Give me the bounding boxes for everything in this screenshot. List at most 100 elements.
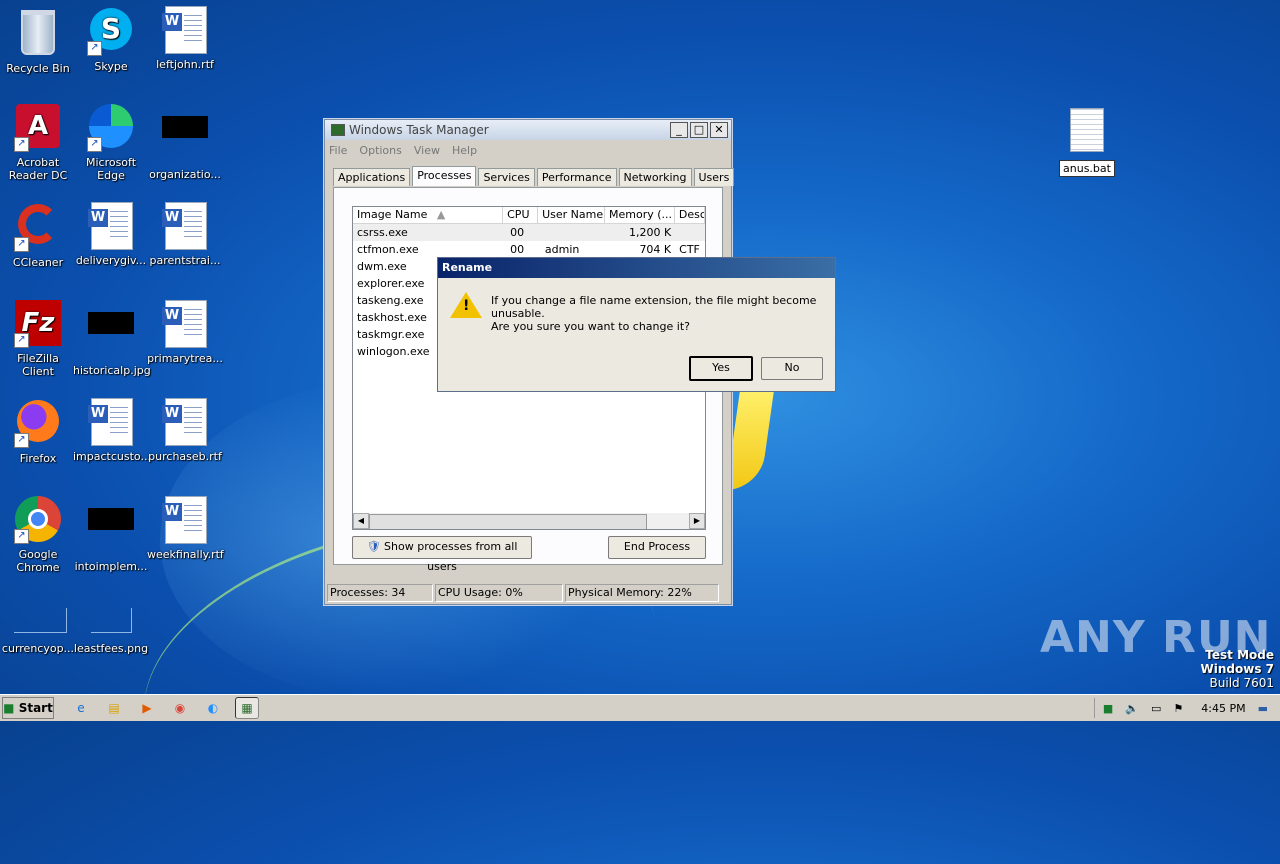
menu-options[interactable]: Options: [359, 144, 401, 157]
desktop-icon-label: parentstrai...: [149, 254, 221, 267]
desktop-icon-label: intoimplem...: [74, 560, 148, 573]
desktop-icon-filezilla[interactable]: Fz ↗ FileZilla Client: [0, 300, 76, 378]
scroll-thumb[interactable]: [369, 514, 647, 529]
network-icon[interactable]: ▭: [1151, 702, 1161, 715]
close-button[interactable]: ✕: [710, 122, 728, 138]
title-bar[interactable]: Windows Task Manager _ □ ✕: [325, 120, 731, 140]
maximize-button[interactable]: □: [690, 122, 708, 138]
desktop-icon-acrobat[interactable]: A ↗ Acrobat Reader DC: [0, 104, 76, 182]
desktop-icon-currencyop[interactable]: currencyop...: [0, 608, 76, 655]
warning-icon: !: [450, 292, 482, 318]
minimize-button[interactable]: _: [670, 122, 688, 138]
word-doc-icon: W: [87, 398, 135, 446]
tab-services[interactable]: Services: [478, 168, 535, 186]
desktop-icon-leftjohn[interactable]: W leftjohn.rtf: [147, 6, 223, 71]
cell-user-name: admin: [544, 243, 580, 256]
scroll-left-icon[interactable]: ◀: [353, 513, 369, 529]
desktop-icon-chrome[interactable]: ↗ Google Chrome: [0, 496, 76, 574]
tab-strip: Applications Processes Services Performa…: [333, 166, 736, 186]
start-label: Start: [18, 701, 53, 715]
menu-help[interactable]: Help: [452, 144, 477, 157]
desktop-icon-edge[interactable]: ↗ Microsoft Edge: [73, 104, 149, 182]
task-manager-taskbar-icon[interactable]: ▦: [235, 697, 259, 719]
desktop-icon-parentstrai[interactable]: W parentstrai...: [147, 202, 223, 267]
desktop-icon-leastfees[interactable]: leastfees.png: [73, 608, 149, 655]
edge-icon: ↗: [87, 104, 135, 152]
action-center-flag-icon[interactable]: ⚑: [1173, 702, 1183, 715]
desktop-icon-label: Google Chrome: [16, 548, 60, 574]
column-header-memory[interactable]: Memory (...: [605, 207, 675, 223]
show-all-processes-button[interactable]: 🛡 Show processes from all users: [352, 536, 532, 573]
media-player-icon[interactable]: ▶: [136, 698, 158, 718]
sort-arrow-icon: ▲: [436, 208, 446, 221]
windows-logo-icon: ■: [3, 701, 15, 715]
dialog-question: Are you sure you want to change it?: [491, 320, 690, 333]
menu-view[interactable]: View: [414, 144, 440, 157]
tab-processes[interactable]: Processes: [412, 166, 477, 186]
desktop-icon-recycle-bin[interactable]: Recycle Bin: [0, 6, 76, 75]
blank-file-icon: [87, 608, 135, 638]
desktop-icon-firefox[interactable]: ↗ Firefox: [0, 398, 76, 465]
tab-users[interactable]: Users: [693, 168, 735, 186]
tab-applications[interactable]: Applications: [333, 168, 411, 186]
system-tray: ■ 🔈 ▭ ⚑ 4:45 PM ▬: [1093, 698, 1280, 718]
rename-dialog[interactable]: Rename ! If you change a file name exten…: [437, 257, 836, 392]
desktop-icon-label: FileZilla Client: [17, 352, 59, 378]
desktop-icon-label: Microsoft Edge: [85, 156, 137, 182]
word-doc-icon: W: [161, 398, 209, 446]
scroll-right-icon[interactable]: ▶: [689, 513, 705, 529]
windows-version-line: Windows 7: [1200, 662, 1274, 676]
build-line: Build 7601: [1209, 676, 1274, 690]
desktop-icon-deliverygiv[interactable]: W deliverygiv...: [73, 202, 149, 267]
desktop-icon-label: historicalp.jpg: [73, 364, 151, 377]
desktop-icon-impactcusto[interactable]: W impactcusto...: [73, 398, 151, 463]
desktop-icon-weekfinally[interactable]: W weekfinally.rtf: [147, 496, 224, 561]
start-button[interactable]: ■ Start: [2, 697, 54, 719]
desktop-icon-organizatio[interactable]: organizatio...: [147, 104, 223, 181]
desktop-icon-label: currencyop...: [1, 642, 75, 655]
chrome-taskbar-icon[interactable]: ◉: [169, 698, 191, 718]
tab-networking[interactable]: Networking: [618, 168, 692, 186]
desktop-icon-label: organizatio...: [149, 168, 221, 181]
column-header-cpu[interactable]: CPU: [503, 207, 539, 223]
edge-taskbar-icon[interactable]: ◐: [202, 698, 224, 718]
desktop-icon-intoimplem[interactable]: intoimplem...: [73, 496, 149, 573]
shortcut-arrow-icon: ↗: [87, 137, 102, 152]
word-doc-icon: W: [161, 202, 209, 250]
process-list-header: Image Name ▲ CPU User Name Memory (... D…: [353, 207, 705, 224]
desktop-icon-skype[interactable]: S ↗ Skype: [73, 6, 149, 73]
word-doc-icon: W: [161, 6, 209, 54]
ie-icon[interactable]: e: [70, 698, 92, 718]
dialog-title[interactable]: Rename: [438, 258, 835, 278]
clock[interactable]: 4:45 PM: [1201, 702, 1245, 715]
explorer-icon[interactable]: ▤: [103, 698, 125, 718]
volume-icon[interactable]: 🔈: [1125, 702, 1139, 715]
no-button[interactable]: No: [761, 357, 823, 380]
tray-status-icon[interactable]: ■: [1103, 702, 1113, 715]
horizontal-scrollbar[interactable]: ◀ ▶: [353, 513, 705, 529]
menu-file[interactable]: File: [329, 144, 347, 157]
yes-button[interactable]: Yes: [689, 356, 753, 381]
shortcut-arrow-icon: ↗: [14, 137, 29, 152]
table-row[interactable]: csrss.exe 00 1,200 K: [353, 224, 705, 241]
window-title: Windows Task Manager: [349, 123, 489, 137]
column-header-description[interactable]: Desc: [675, 207, 705, 223]
column-header-image-name[interactable]: Image Name ▲: [353, 207, 504, 223]
cell-memory: 1,200 K: [628, 226, 672, 239]
cell-image-name: csrss.exe: [357, 226, 408, 239]
desktop-icon-historicalp[interactable]: historicalp.jpg: [73, 300, 151, 377]
status-bar: Processes: 34 CPU Usage: 0% Physical Mem…: [327, 584, 727, 602]
show-desktop-icon[interactable]: ▬: [1258, 702, 1268, 715]
desktop-icon-selected-file[interactable]: anus.bat: [1049, 108, 1125, 177]
rename-field[interactable]: anus.bat: [1059, 160, 1115, 177]
tab-performance[interactable]: Performance: [536, 168, 617, 186]
desktop-icon-label: leftjohn.rtf: [156, 58, 214, 71]
column-header-user-name[interactable]: User Name: [538, 207, 606, 223]
table-row[interactable]: ctfmon.exe 00 admin 704 K CTF: [353, 241, 705, 258]
desktop-icon-ccleaner[interactable]: ↗ CCleaner: [0, 202, 76, 269]
end-process-button[interactable]: End Process: [608, 536, 706, 559]
test-mode-line: Test Mode: [1205, 648, 1274, 662]
desktop-icon-primarytrea[interactable]: W primarytrea...: [147, 300, 223, 365]
desktop-icon-label: primarytrea...: [147, 352, 223, 365]
desktop-icon-purchaseb[interactable]: W purchaseb.rtf: [147, 398, 223, 463]
